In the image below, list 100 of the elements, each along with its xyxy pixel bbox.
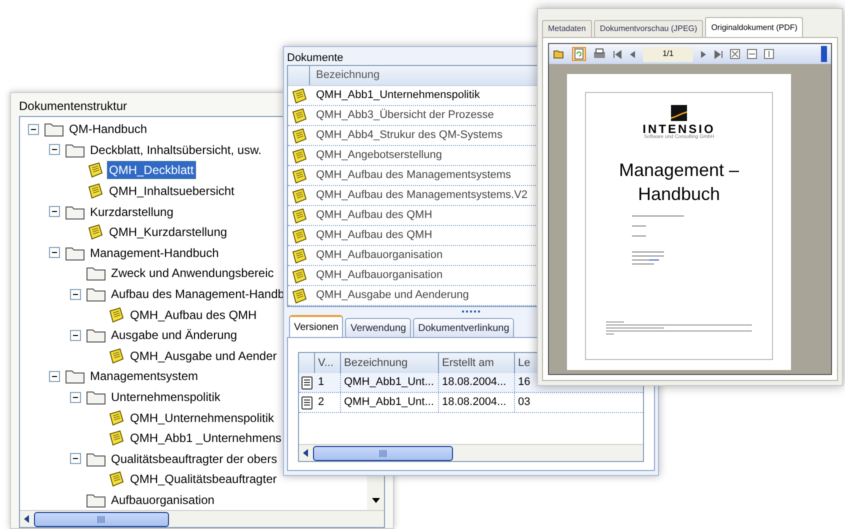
table-cell-text: QMH_Aufbau des QMH xyxy=(315,228,434,244)
folder-icon xyxy=(65,368,85,384)
tab[interactable]: Dokumentverlinkung xyxy=(413,318,514,337)
document-icon xyxy=(290,248,308,264)
tree-item[interactable]: Aufbauorganisation xyxy=(109,490,216,509)
previous-page-icon[interactable] xyxy=(629,50,636,58)
document-icon xyxy=(290,148,308,164)
grip-icon xyxy=(97,516,106,523)
collapse-icon[interactable] xyxy=(49,370,60,382)
document-icon xyxy=(290,228,308,244)
fit-width-icon[interactable] xyxy=(747,49,757,59)
table-cell-text: 16 xyxy=(517,375,532,390)
version-icon xyxy=(301,396,313,410)
table-cell-text: QMH_Ausgabe und Aenderung xyxy=(315,288,470,304)
folder-icon xyxy=(86,450,106,467)
folder-icon xyxy=(65,244,85,261)
table-cell: QMH_Abb1_Unt... xyxy=(341,373,439,392)
collapse-icon[interactable] xyxy=(49,206,60,218)
tree-item[interactable]: Zweck und Anwendungsbereic xyxy=(109,264,276,282)
column-header[interactable]: Le xyxy=(515,353,534,373)
document-icon xyxy=(107,306,125,323)
collapse-icon[interactable] xyxy=(49,144,60,156)
table-cell-text: QMH_Abb4_Strukur des QM-Systems xyxy=(315,128,504,144)
table-cell-text: QMH_Aufbauorganisation xyxy=(315,248,444,264)
document-icon xyxy=(290,128,308,144)
tree-item[interactable]: Deckblatt, Inhaltsübersicht, usw. xyxy=(88,140,264,159)
tree-item[interactable]: Ausgabe und Änderung xyxy=(109,326,240,344)
collapse-icon[interactable] xyxy=(70,288,81,300)
table-cell-text: 03 xyxy=(517,395,532,410)
tab[interactable]: Originaldokument (PDF) xyxy=(705,17,804,37)
last-page-icon[interactable] xyxy=(714,50,723,58)
folder-icon xyxy=(65,204,85,220)
document-icon xyxy=(290,108,308,124)
document-icon xyxy=(290,208,308,224)
column-header[interactable]: Bezeichnung xyxy=(310,66,386,85)
document-icon xyxy=(107,430,125,446)
table-cell: 1 xyxy=(315,373,341,392)
document-icon xyxy=(107,410,125,426)
document-icon xyxy=(290,288,308,304)
company-logo-text: INTENSIO xyxy=(642,123,716,135)
tree-item[interactable]: Kurzdarstellung xyxy=(88,202,176,221)
tree-item[interactable]: QMH_Deckblatt xyxy=(107,161,196,180)
document-icon xyxy=(290,88,308,104)
folder-icon xyxy=(86,286,106,302)
folder-icon xyxy=(86,389,106,406)
tree-item[interactable]: Unternehmenspolitik xyxy=(109,388,222,406)
table-cell-text: QMH_Abb3_Übersicht der Prozesse xyxy=(315,108,495,124)
tree-item[interactable]: Aufbau des Management-Handb xyxy=(109,285,286,304)
tree-item[interactable]: QMH_Abb1 _Unternehmens xyxy=(128,429,284,448)
tab[interactable]: Metadaten xyxy=(542,20,592,37)
panel-title: Dokumente xyxy=(287,51,344,65)
document-heading: Management – xyxy=(618,159,740,182)
scroll-thumb[interactable] xyxy=(313,446,453,460)
document-icon xyxy=(86,162,104,178)
horizontal-scrollbar[interactable] xyxy=(20,510,384,528)
collapse-icon[interactable] xyxy=(70,330,81,341)
table-cell-text: QMH_Aufbau des Managementsystems.V2 xyxy=(315,188,529,204)
tree-item[interactable]: Management-Handbuch xyxy=(88,244,221,262)
horizontal-scrollbar[interactable] xyxy=(299,444,643,461)
scroll-down-icon[interactable] xyxy=(370,496,380,504)
tree-item[interactable]: QMH_Ausgabe und Aender xyxy=(128,346,279,365)
page-indicator[interactable]: 1/1 xyxy=(643,46,693,62)
fit-height-icon[interactable] xyxy=(764,49,774,59)
table-cell-text: QMH_Aufbau des Managementsystems xyxy=(315,168,512,184)
next-page-icon[interactable] xyxy=(700,50,707,58)
collapse-icon[interactable] xyxy=(49,247,60,258)
collapse-icon[interactable] xyxy=(70,392,81,403)
print-icon[interactable] xyxy=(593,48,606,60)
table-cell: 2 xyxy=(315,393,341,412)
collapse-icon[interactable] xyxy=(70,453,81,464)
folder-icon xyxy=(86,492,106,508)
collapse-icon[interactable] xyxy=(28,124,39,135)
splitter-grip-icon[interactable] xyxy=(461,310,481,312)
grip-icon xyxy=(378,450,388,456)
tab[interactable]: Versionen xyxy=(289,315,344,337)
document-icon xyxy=(86,224,104,240)
tree-item[interactable]: QMH_Inhaltsuebersicht xyxy=(107,182,236,200)
refresh-icon[interactable] xyxy=(572,47,586,61)
first-page-icon[interactable] xyxy=(613,50,622,58)
table-cell: 18.08.2004... xyxy=(439,373,515,392)
version-icon xyxy=(301,376,313,390)
tree-item[interactable]: QMH_Qualitätsbeauftragter xyxy=(128,470,279,488)
tab[interactable]: Dokumentvorschau (JPEG) xyxy=(594,20,704,37)
scroll-thumb[interactable] xyxy=(34,512,169,527)
tree-item[interactable]: QMH_Aufbau des QMH xyxy=(128,306,259,324)
document-icon xyxy=(107,348,125,364)
table-cell: QMH_Abb1_Unt... xyxy=(341,393,439,412)
open-folder-icon[interactable] xyxy=(553,48,565,60)
document-icon xyxy=(290,268,308,284)
fit-page-icon[interactable] xyxy=(730,49,740,59)
tree-item[interactable]: QM-Handbuch xyxy=(67,120,150,138)
tree-item[interactable]: Qualitätsbeauftragter der obers xyxy=(109,450,280,468)
tree-item[interactable]: Managementsystem xyxy=(88,367,200,386)
table-cell-text: QMH_Abb1_Unternehmenspolitik xyxy=(315,88,481,104)
folder-icon xyxy=(86,265,106,282)
table-cell: 18.08.2004... xyxy=(439,393,515,412)
tree-item[interactable]: QMH_Kurzdarstellung xyxy=(107,223,230,242)
tab[interactable]: Verwendung xyxy=(345,318,412,337)
folder-icon xyxy=(86,327,106,344)
tree-item[interactable]: QMH_Unternehmenspolitik xyxy=(128,408,276,427)
